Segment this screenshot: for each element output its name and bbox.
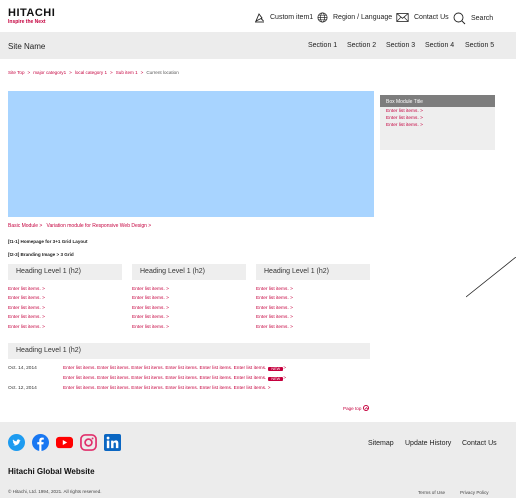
twitter-icon[interactable] bbox=[8, 434, 25, 451]
linkedin-icon[interactable] bbox=[104, 434, 121, 451]
breadcrumb-separator: > bbox=[140, 70, 144, 75]
hero-image-placeholder bbox=[8, 91, 374, 217]
news-text[interactable]: Enter list items. Enter list items. Ente… bbox=[63, 386, 271, 391]
news-row: Enter list items. Enter list items. Ente… bbox=[8, 376, 286, 381]
diagonal-line-decoration bbox=[466, 257, 516, 298]
list-item[interactable]: Enter list items. > bbox=[8, 306, 45, 315]
custom-item-icon bbox=[255, 13, 264, 23]
hitachi-logo[interactable]: HITACHI Inspire the Next bbox=[8, 8, 55, 25]
facebook-icon[interactable] bbox=[32, 434, 49, 451]
privacy-policy-link[interactable]: Privacy Policy bbox=[460, 490, 489, 495]
footer-update-history-link[interactable]: Update History bbox=[405, 440, 451, 447]
column-list-1: Enter list items. > Enter list items. > … bbox=[8, 287, 45, 334]
column-list-2: Enter list items. > Enter list items. > … bbox=[132, 287, 169, 334]
new-badge: NEW bbox=[268, 366, 284, 371]
nav-section-3[interactable]: Section 3 bbox=[386, 42, 415, 49]
instagram-icon[interactable] bbox=[80, 434, 97, 451]
custom-item-link[interactable]: Custom item1 bbox=[254, 12, 313, 23]
search-label: Search bbox=[471, 15, 494, 22]
new-badge: NEW bbox=[268, 376, 284, 381]
global-website-title[interactable]: Hitachi Global Website bbox=[8, 467, 95, 476]
basic-module-link[interactable]: Basic Module > bbox=[8, 223, 42, 229]
news-date: Oct. 12, 2014 bbox=[8, 386, 37, 391]
globe-icon bbox=[317, 12, 328, 23]
nav-section-4[interactable]: Section 4 bbox=[425, 42, 454, 49]
list-item[interactable]: Enter list items. > bbox=[8, 296, 45, 305]
nav-section-2[interactable]: Section 2 bbox=[347, 42, 376, 49]
box-module-title: Box Module Title bbox=[380, 95, 495, 107]
nav-section-5[interactable]: Section 5 bbox=[465, 42, 494, 49]
copyright: © Hitachi, Ltd. 1994, 2021. All rights r… bbox=[8, 489, 102, 494]
box-module-item[interactable]: Enter list items. > bbox=[380, 116, 495, 121]
list-item[interactable]: Enter list items. > bbox=[8, 325, 45, 334]
list-item[interactable]: Enter list items. > bbox=[132, 325, 169, 334]
region-language-link[interactable]: Region / Language bbox=[317, 12, 392, 23]
list-item[interactable]: Enter list items. > bbox=[256, 315, 293, 324]
contact-us-label: Contact Us bbox=[414, 14, 449, 21]
breadcrumb-local-category[interactable]: local category 1 bbox=[75, 70, 107, 75]
news-text[interactable]: Enter list items. Enter list items. Ente… bbox=[63, 366, 266, 371]
page-top-arrow-icon bbox=[363, 405, 370, 411]
footer: Sitemap Update History Contact Us Hitach… bbox=[0, 422, 516, 498]
page-top-label: Page top bbox=[343, 405, 362, 411]
footer-contact-us-link[interactable]: Contact Us bbox=[462, 440, 497, 447]
region-language-label: Region / Language bbox=[333, 14, 393, 21]
breadcrumb-separator: > bbox=[110, 70, 113, 75]
search-link[interactable]: Search bbox=[453, 12, 493, 25]
terms-of-use-link[interactable]: Terms of Use bbox=[418, 490, 445, 495]
footer-sitemap-link[interactable]: Sitemap bbox=[368, 440, 394, 447]
box-module-item[interactable]: Enter list items. > bbox=[380, 123, 495, 128]
nav-section-1[interactable]: Section 1 bbox=[308, 42, 337, 49]
breadcrumb-site-top[interactable]: Site Top bbox=[8, 70, 25, 75]
variation-module-link[interactable]: Variation module for Responsive Web Desi… bbox=[47, 223, 152, 229]
news-heading: Heading Level 1 (h2) bbox=[8, 343, 370, 359]
news-row: Oct. 14, 2014 Enter list items. Enter li… bbox=[8, 366, 286, 371]
youtube-icon[interactable] bbox=[56, 434, 73, 451]
news-text[interactable]: Enter list items. Enter list items. Ente… bbox=[63, 376, 266, 381]
box-module: Box Module Title Enter list items. > Ent… bbox=[380, 95, 495, 150]
site-nav-bar: Site Name Section 1 Section 2 Section 3 … bbox=[0, 32, 516, 59]
list-item[interactable]: Enter list items. > bbox=[132, 315, 169, 324]
custom-item-label: Custom item1 bbox=[270, 14, 314, 21]
module-links: Basic Module > Variation module for Resp… bbox=[8, 223, 151, 229]
column-heading-1: Heading Level 1 (h2) bbox=[8, 264, 122, 280]
page-top-link[interactable]: Page top bbox=[343, 405, 370, 411]
breadcrumb-current: Current location bbox=[146, 70, 179, 75]
news-arrow[interactable]: > bbox=[283, 366, 286, 371]
list-item[interactable]: Enter list items. > bbox=[256, 287, 293, 296]
breadcrumb-separator: > bbox=[27, 70, 31, 75]
news-arrow[interactable]: > bbox=[283, 376, 286, 381]
breadcrumb-sub-item[interactable]: Sub item 1 bbox=[116, 70, 138, 75]
logo-tagline: Inspire the Next bbox=[8, 19, 46, 25]
column-heading-2: Heading Level 1 (h2) bbox=[132, 264, 246, 280]
column-heading-3: Heading Level 1 (h2) bbox=[256, 264, 370, 280]
mail-icon bbox=[396, 13, 409, 22]
box-module-item[interactable]: Enter list items. > bbox=[380, 109, 495, 114]
list-item[interactable]: Enter list items. > bbox=[256, 306, 293, 315]
list-item[interactable]: Enter list items. > bbox=[256, 325, 293, 334]
news-date: Oct. 14, 2014 bbox=[8, 366, 37, 371]
list-item[interactable]: Enter list items. > bbox=[8, 287, 45, 296]
list-item[interactable]: Enter list items. > bbox=[132, 306, 169, 315]
column-list-3: Enter list items. > Enter list items. > … bbox=[256, 287, 293, 334]
breadcrumb-major-category[interactable]: major category1 bbox=[33, 70, 66, 75]
news-row: Oct. 12, 2014 Enter list items. Enter li… bbox=[8, 386, 271, 391]
breadcrumb-separator: > bbox=[69, 70, 72, 75]
list-item[interactable]: Enter list items. > bbox=[132, 296, 169, 305]
logo-main: HITACHI bbox=[8, 7, 56, 19]
list-item[interactable]: Enter list items. > bbox=[8, 315, 45, 324]
contact-us-link[interactable]: Contact Us bbox=[396, 12, 449, 23]
top-bar: HITACHI Inspire the Next Custom item1 Re… bbox=[0, 0, 516, 32]
breadcrumb: Site Top > major category1 > local category … bbox=[8, 70, 179, 75]
list-item[interactable]: Enter list items. > bbox=[132, 287, 169, 296]
site-name[interactable]: Site Name bbox=[8, 42, 45, 51]
branding-label: [t2-3] Branding Image > 3 Grid bbox=[8, 252, 74, 257]
list-item[interactable]: Enter list items. > bbox=[256, 296, 293, 305]
search-icon bbox=[453, 12, 466, 25]
layout-label: [t1-1] Homepage for 3+1 Grid Layout bbox=[8, 239, 88, 244]
